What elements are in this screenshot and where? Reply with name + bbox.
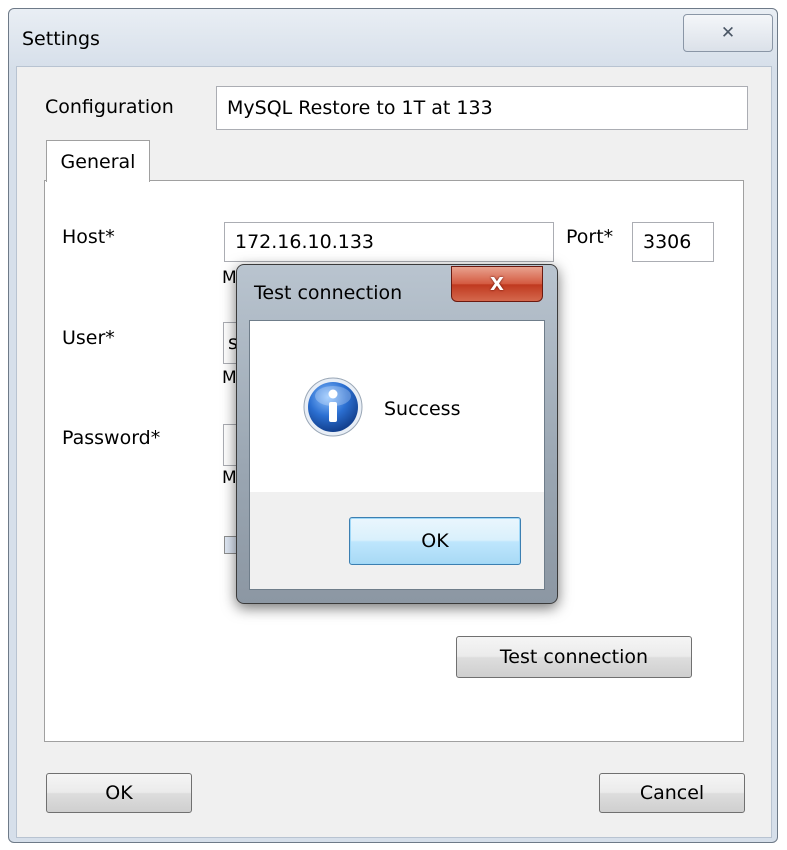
info-icon	[302, 376, 364, 438]
dialog-message: Success	[384, 398, 461, 420]
password-label: Password*	[62, 427, 161, 449]
cancel-button[interactable]: Cancel	[599, 773, 745, 813]
window-title: Settings	[22, 28, 100, 50]
port-label: Port*	[566, 226, 614, 248]
host-hint-text: M	[222, 268, 237, 288]
close-icon: X	[490, 273, 504, 295]
window-close-button[interactable]: ✕	[683, 14, 773, 52]
host-label: Host*	[62, 226, 115, 248]
configuration-label: Configuration	[45, 96, 174, 118]
dialog-close-button[interactable]: X	[451, 266, 543, 302]
port-input[interactable]: 3306	[632, 222, 714, 262]
configuration-input[interactable]: MySQL Restore to 1T at 133	[216, 86, 748, 130]
user-label: User*	[62, 327, 115, 349]
test-connection-button[interactable]: Test connection	[456, 636, 692, 678]
host-input[interactable]: 172.16.10.133	[224, 222, 554, 262]
dialog-ok-button[interactable]: OK	[349, 517, 521, 565]
dialog-title: Test connection	[254, 282, 403, 304]
user-hint-text: M	[222, 368, 237, 388]
password-hint-text: M	[222, 468, 237, 488]
ok-button[interactable]: OK	[46, 773, 192, 813]
tab-general[interactable]: General	[46, 140, 150, 182]
close-icon: ✕	[720, 23, 736, 43]
